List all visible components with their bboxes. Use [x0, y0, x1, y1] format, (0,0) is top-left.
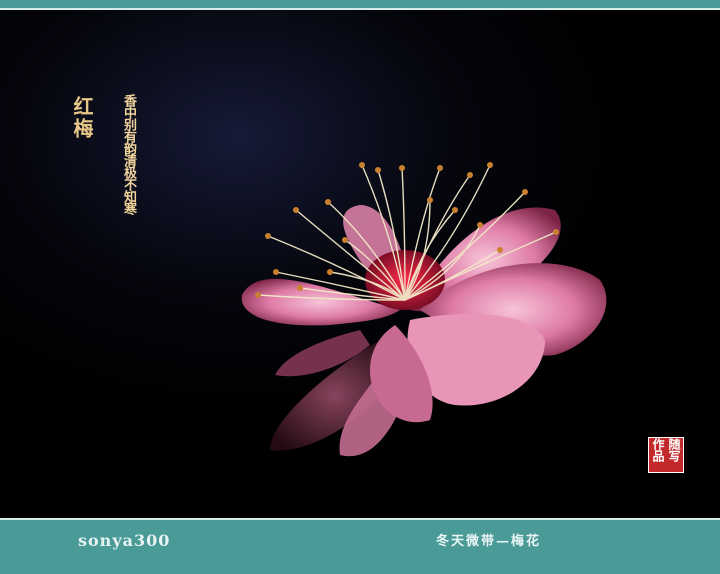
- image-frame: 红梅 香中别有韵清极不知寒 随写作品 sonya300 冬天微带—梅花: [0, 0, 720, 574]
- plum-blossom-illustration: [0, 10, 720, 518]
- poem-title: 红梅: [70, 96, 94, 140]
- poem-verse: 香中别有韵清极不知寒: [121, 94, 136, 214]
- artist-seal: 随写作品: [648, 437, 684, 473]
- author-name: sonya300: [78, 531, 171, 550]
- top-border-band: [0, 0, 720, 8]
- plum-blossom-photo: 红梅 香中别有韵清极不知寒: [0, 10, 720, 518]
- image-caption: 冬天微带—梅花: [436, 534, 542, 549]
- seal-text: 随写作品: [651, 438, 681, 462]
